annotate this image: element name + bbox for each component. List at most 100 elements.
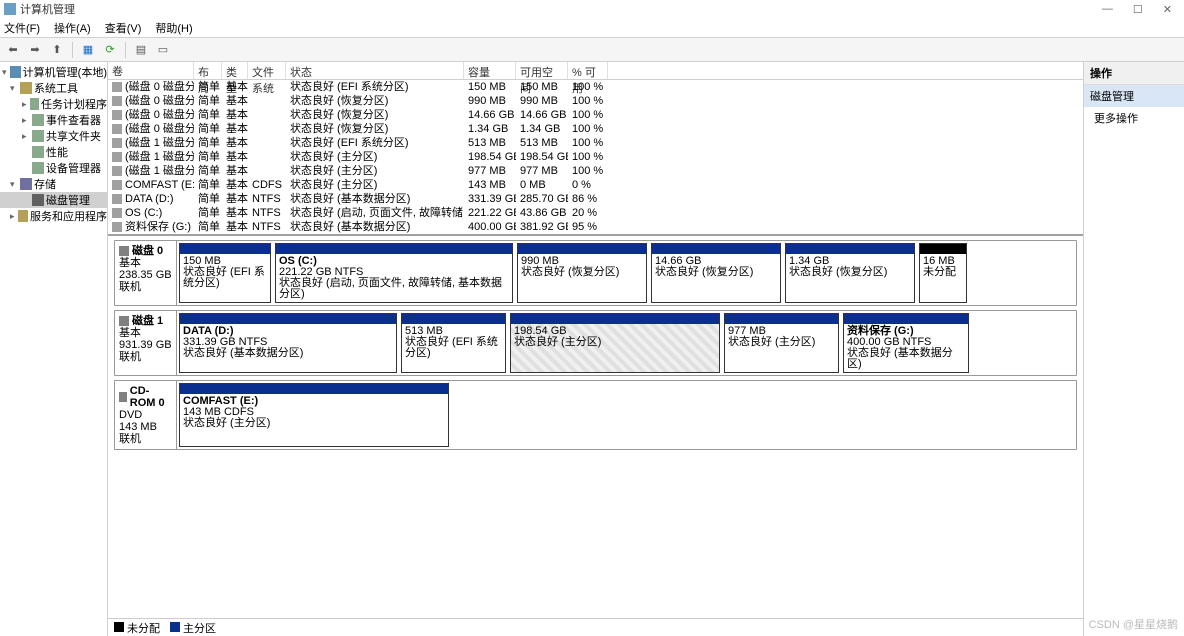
disk-row: CD-ROM 0DVD143 MB联机COMFAST (E:)143 MB CD… — [114, 380, 1077, 450]
disk-label[interactable]: CD-ROM 0DVD143 MB联机 — [115, 381, 177, 449]
volume-icon — [112, 152, 122, 162]
tree-label: 计算机管理(本地) — [23, 64, 107, 80]
actions-more[interactable]: 更多操作 — [1084, 107, 1184, 129]
tree-icon — [32, 114, 44, 126]
volume-row[interactable]: COMFAST (E:)简单基本CDFS状态良好 (主分区)143 MB0 MB… — [108, 178, 1083, 192]
volume-icon — [112, 222, 122, 232]
up-button[interactable]: ⬆ — [48, 41, 66, 59]
col-volume[interactable]: 卷 — [108, 62, 194, 79]
partition[interactable]: OS (C:)221.22 GB NTFS状态良好 (启动, 页面文件, 故障转… — [275, 243, 513, 303]
volume-row[interactable]: 资料保存 (G:)简单基本NTFS状态良好 (基本数据分区)400.00 GB3… — [108, 220, 1083, 234]
volume-row[interactable]: (磁盘 0 磁盘分区 4)简单基本状态良好 (恢复分区)990 MB990 MB… — [108, 94, 1083, 108]
volume-type: 基本 — [222, 206, 248, 220]
partition-color-bar — [511, 314, 719, 324]
tree-node[interactable]: 性能 — [0, 144, 107, 160]
volume-icon — [112, 110, 122, 120]
minimize-button[interactable]: — — [1102, 3, 1113, 16]
col-layout[interactable]: 布局 — [194, 62, 222, 79]
properties-button[interactable]: ▦ — [79, 41, 97, 59]
volume-capacity: 990 MB — [464, 94, 516, 108]
help-button[interactable]: ▭ — [154, 41, 172, 59]
volume-row[interactable]: (磁盘 1 磁盘分区 6)简单基本状态良好 (主分区)977 MB977 MB1… — [108, 164, 1083, 178]
disk-icon — [119, 392, 127, 402]
forward-button[interactable]: ➡ — [26, 41, 44, 59]
legend: 未分配 主分区 — [108, 618, 1083, 636]
volume-fs: NTFS — [248, 206, 286, 220]
list-view-button[interactable]: ▤ — [132, 41, 150, 59]
menu-file[interactable]: 文件(F) — [4, 20, 40, 36]
disk-row: 磁盘 0基本238.35 GB联机150 MB状态良好 (EFI 系统分区)OS… — [114, 240, 1077, 306]
partition[interactable]: 150 MB状态良好 (EFI 系统分区) — [179, 243, 271, 303]
volume-row[interactable]: DATA (D:)简单基本NTFS状态良好 (基本数据分区)331.39 GB2… — [108, 192, 1083, 206]
col-capacity[interactable]: 容量 — [464, 62, 516, 79]
tree-node[interactable]: ▸任务计划程序 — [0, 96, 107, 112]
menu-view[interactable]: 查看(V) — [105, 20, 142, 36]
tree-node[interactable]: ▸服务和应用程序 — [0, 208, 107, 224]
volume-layout: 简单 — [194, 192, 222, 206]
partition[interactable]: 990 MB状态良好 (恢复分区) — [517, 243, 647, 303]
partition-color-bar — [276, 244, 512, 254]
partition[interactable]: DATA (D:)331.39 GB NTFS状态良好 (基本数据分区) — [179, 313, 397, 373]
volume-status: 状态良好 (EFI 系统分区) — [286, 136, 464, 150]
tree-icon — [32, 162, 44, 174]
volume-row[interactable]: (磁盘 0 磁盘分区 5)简单基本状态良好 (恢复分区)14.66 GB14.6… — [108, 108, 1083, 122]
volume-icon — [112, 96, 122, 106]
partition[interactable]: 1.34 GB状态良好 (恢复分区) — [785, 243, 915, 303]
partition[interactable]: 资料保存 (G:)400.00 GB NTFS状态良好 (基本数据分区) — [843, 313, 969, 373]
volume-row[interactable]: (磁盘 1 磁盘分区 4)简单基本状态良好 (EFI 系统分区)513 MB51… — [108, 136, 1083, 150]
col-free[interactable]: 可用空间 — [516, 62, 568, 79]
tree-icon — [10, 66, 20, 78]
volume-capacity: 221.22 GB — [464, 206, 516, 220]
tree-node[interactable]: ▾计算机管理(本地) — [0, 64, 107, 80]
menu-help[interactable]: 帮助(H) — [155, 20, 192, 36]
menu-action[interactable]: 操作(A) — [54, 20, 91, 36]
volume-layout: 简单 — [194, 108, 222, 122]
partition[interactable]: 977 MB状态良好 (主分区) — [724, 313, 839, 373]
tree-node[interactable]: ▸事件查看器 — [0, 112, 107, 128]
disk-label[interactable]: 磁盘 1基本931.39 GB联机 — [115, 311, 177, 375]
close-button[interactable]: ✕ — [1163, 3, 1172, 16]
volume-percent: 100 % — [568, 80, 608, 94]
partition[interactable]: COMFAST (E:)143 MB CDFS状态良好 (主分区) — [179, 383, 449, 447]
partition[interactable]: 14.66 GB状态良好 (恢复分区) — [651, 243, 781, 303]
disk-partitions: DATA (D:)331.39 GB NTFS状态良好 (基本数据分区)513 … — [177, 311, 1076, 375]
col-type[interactable]: 类型 — [222, 62, 248, 79]
disk-label[interactable]: 磁盘 0基本238.35 GB联机 — [115, 241, 177, 305]
tree-node[interactable]: ▸共享文件夹 — [0, 128, 107, 144]
partition-status: 状态良好 (EFI 系统分区) — [183, 267, 267, 289]
tree-node[interactable]: 磁盘管理 — [0, 192, 107, 208]
volume-row[interactable]: (磁盘 1 磁盘分区 5)简单基本状态良好 (主分区)198.54 GB198.… — [108, 150, 1083, 164]
chevron-icon: ▾ — [10, 179, 20, 190]
volume-percent: 100 % — [568, 136, 608, 150]
partition[interactable]: 16 MB未分配 — [919, 243, 967, 303]
partition-color-bar — [402, 314, 505, 324]
tree-node[interactable]: ▾系统工具 — [0, 80, 107, 96]
partition-color-bar — [652, 244, 780, 254]
volume-type: 基本 — [222, 108, 248, 122]
tree-label: 存储 — [34, 176, 56, 192]
disk-partitions: COMFAST (E:)143 MB CDFS状态良好 (主分区) — [177, 381, 1076, 449]
partition[interactable]: 198.54 GB状态良好 (主分区) — [510, 313, 720, 373]
partition[interactable]: 513 MB状态良好 (EFI 系统分区) — [401, 313, 506, 373]
partition-status: 状态良好 (基本数据分区) — [847, 348, 965, 370]
legend-unallocated-label: 未分配 — [127, 623, 160, 635]
toolbar-separator — [125, 42, 126, 58]
col-filesystem[interactable]: 文件系统 — [248, 62, 286, 79]
chevron-icon: ▾ — [10, 83, 20, 94]
tree-node[interactable]: ▾ 存储 — [0, 176, 107, 192]
maximize-button[interactable]: ☐ — [1133, 3, 1143, 16]
volume-fs: NTFS — [248, 220, 286, 234]
actions-header: 操作 — [1084, 62, 1184, 85]
back-button[interactable]: ⬅ — [4, 41, 22, 59]
disk-row: 磁盘 1基本931.39 GB联机DATA (D:)331.39 GB NTFS… — [114, 310, 1077, 376]
col-status[interactable]: 状态 — [286, 62, 464, 79]
tree-icon — [32, 146, 44, 158]
volume-row[interactable]: (磁盘 0 磁盘分区 6)简单基本状态良好 (恢复分区)1.34 GB1.34 … — [108, 122, 1083, 136]
volume-type: 基本 — [222, 220, 248, 234]
tree-node[interactable]: 设备管理器 — [0, 160, 107, 176]
volume-row[interactable]: OS (C:)简单基本NTFS状态良好 (启动, 页面文件, 故障转储, 基本数… — [108, 206, 1083, 220]
col-percent[interactable]: % 可用 — [568, 62, 608, 79]
chevron-icon: ▸ — [22, 115, 32, 126]
refresh-button[interactable]: ⟳ — [101, 41, 119, 59]
volume-capacity: 198.54 GB — [464, 150, 516, 164]
